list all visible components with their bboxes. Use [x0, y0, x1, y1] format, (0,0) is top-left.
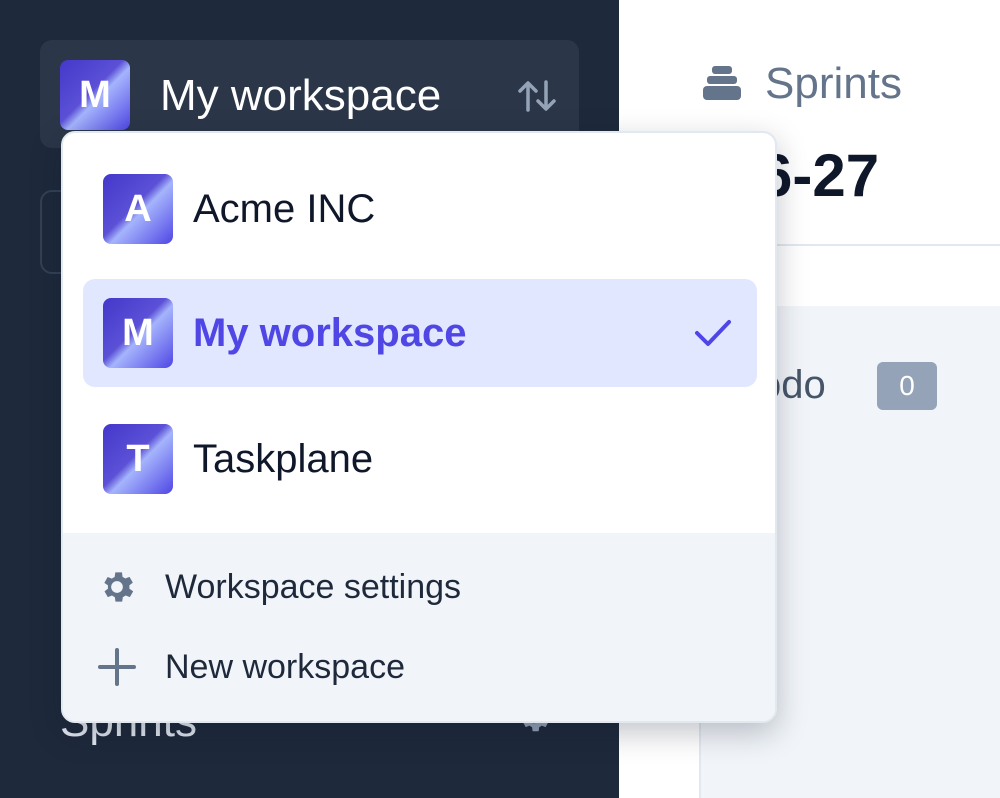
new-workspace-label: New workspace: [165, 648, 405, 686]
sprint-range-title: 6-27: [759, 142, 880, 209]
workspace-avatar: T: [103, 424, 173, 494]
workspace-dropdown-menu: A Acme INC M My workspace T Taskplane Wo…: [61, 131, 777, 723]
stack-icon: [703, 66, 741, 100]
workspace-option-label: Taskplane: [193, 437, 374, 481]
workspace-option-my-workspace[interactable]: M My workspace: [83, 279, 757, 387]
workspace-option-taskplane[interactable]: T Taskplane: [83, 405, 757, 513]
plus-icon: [98, 648, 136, 686]
workspace-avatar: M: [60, 60, 130, 130]
column-count-badge: 0: [877, 362, 937, 410]
dropdown-footer: Workspace settings New workspace: [63, 533, 775, 721]
swap-vertical-icon: [518, 80, 556, 112]
workspace-option-label: My workspace: [193, 311, 467, 355]
page-title: Sprints: [765, 59, 902, 108]
workspace-list: A Acme INC M My workspace T Taskplane: [63, 133, 775, 533]
current-workspace-name: My workspace: [160, 71, 442, 120]
workspace-avatar: M: [103, 298, 173, 368]
workspace-avatar: A: [103, 174, 173, 244]
check-icon: [695, 320, 731, 346]
workspace-option-acme[interactable]: A Acme INC: [83, 155, 757, 263]
gear-icon: [104, 572, 134, 602]
workspace-option-label: Acme INC: [193, 187, 376, 231]
workspace-settings-label: Workspace settings: [165, 568, 462, 606]
